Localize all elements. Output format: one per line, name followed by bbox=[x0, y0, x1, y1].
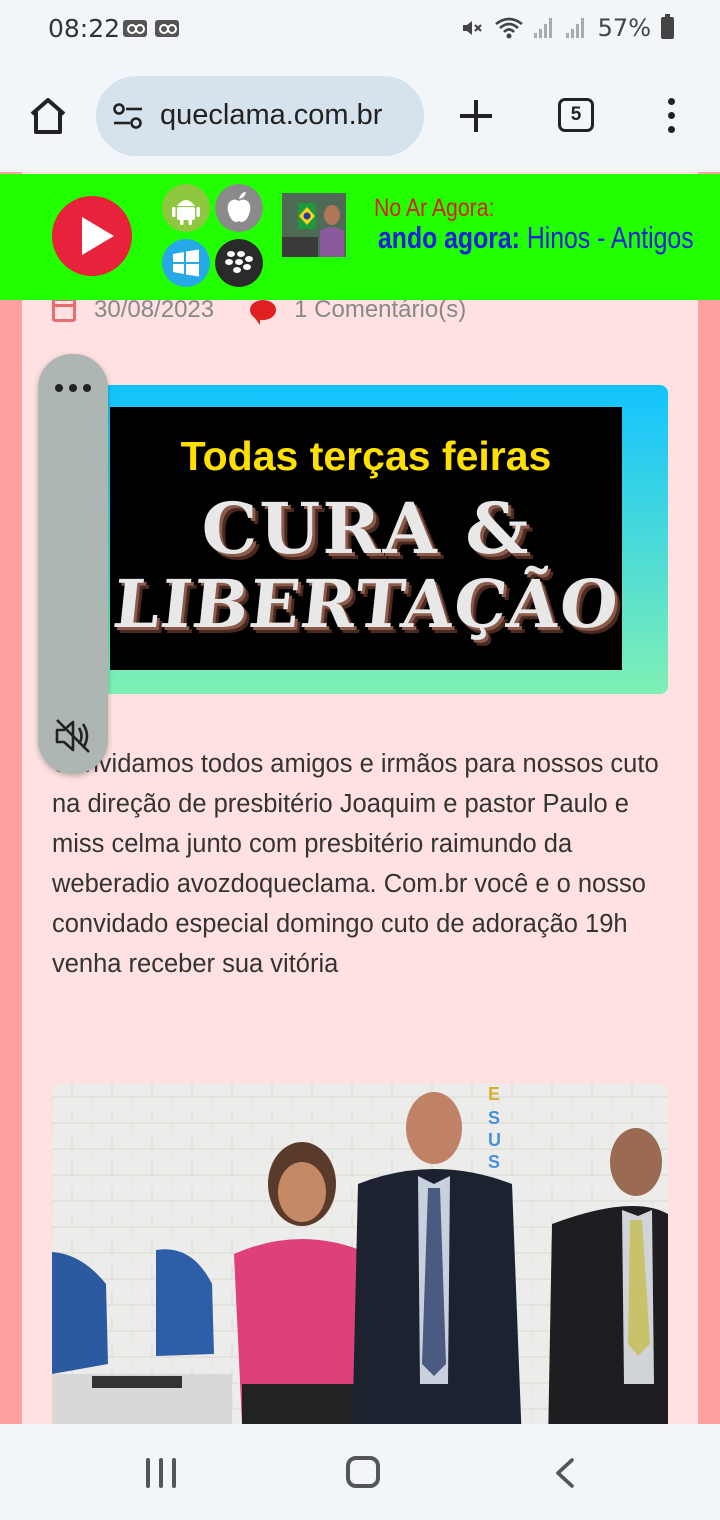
apple-icon[interactable] bbox=[215, 184, 263, 232]
site-settings-icon[interactable] bbox=[112, 102, 144, 130]
home-nav-icon[interactable] bbox=[346, 1456, 380, 1488]
post-date: 30/08/2023 bbox=[94, 296, 215, 323]
post-body: Convidamos todos amigos e irmãos para no… bbox=[52, 750, 659, 978]
sign-letter: U bbox=[488, 1130, 501, 1150]
android-icon[interactable] bbox=[162, 184, 210, 232]
now-playing-value: Hinos - Antigos bbox=[526, 220, 694, 255]
signal-icon bbox=[533, 18, 556, 38]
more-menu-icon[interactable] bbox=[660, 98, 684, 134]
sign-letter: S bbox=[488, 1152, 500, 1172]
blackberry-icon[interactable] bbox=[215, 239, 263, 287]
on-air-label: No Ar Agora: bbox=[374, 194, 495, 222]
recent-apps-icon[interactable] bbox=[146, 1458, 178, 1488]
post-comments[interactable]: 1 Comentário(s) bbox=[294, 296, 466, 324]
status-icons: 57% bbox=[460, 14, 674, 42]
battery-icon bbox=[661, 14, 674, 39]
floating-media-widget[interactable] bbox=[38, 354, 108, 774]
voicemail-icon bbox=[155, 20, 179, 37]
browser-toolbar: queclama.com.br 5 bbox=[0, 58, 720, 172]
comment-icon bbox=[250, 300, 277, 325]
now-playing-ticker: ando agora: Hinos - Antigos bbox=[378, 220, 698, 256]
banner-word-libertacao: LIBERTAÇÃO bbox=[110, 565, 622, 643]
mute-icon bbox=[462, 21, 482, 35]
status-time: 08:22 bbox=[48, 14, 121, 43]
play-button[interactable] bbox=[52, 196, 132, 276]
system-nav-bar bbox=[0, 1424, 720, 1520]
event-banner: CURA & LIBERTAÇÃO Todas terças feiras bbox=[110, 407, 622, 670]
voicemail-icon bbox=[123, 20, 147, 37]
address-bar[interactable]: queclama.com.br bbox=[96, 76, 424, 156]
status-bar: 08:22 57% bbox=[0, 0, 720, 58]
radio-player-bar: No Ar Agora: ando agora: Hinos - Antigos bbox=[0, 174, 720, 300]
banner-frame: CURA & LIBERTAÇÃO Todas terças feiras bbox=[52, 385, 668, 694]
web-page: 30/08/2023 1 Comentário(s) CURA & LIBERT… bbox=[0, 172, 720, 1424]
calendar-icon bbox=[52, 298, 76, 322]
back-icon[interactable] bbox=[552, 1458, 578, 1488]
banner-word-cura: CURA & bbox=[201, 487, 531, 570]
banner-top-text: Todas terças feiras bbox=[180, 433, 552, 479]
wifi-icon bbox=[494, 17, 523, 39]
people-photo: E S U S bbox=[52, 1084, 668, 1424]
windows-icon[interactable] bbox=[162, 239, 210, 287]
signal-icon bbox=[565, 18, 588, 38]
now-playing-label: ando agora: bbox=[378, 220, 520, 255]
program-thumbnail bbox=[282, 193, 346, 257]
url-text[interactable]: queclama.com.br bbox=[160, 99, 382, 132]
sign-letter: S bbox=[488, 1108, 500, 1128]
more-options-icon[interactable] bbox=[55, 384, 95, 394]
new-tab-icon[interactable] bbox=[456, 96, 496, 136]
muted-speaker-icon[interactable] bbox=[53, 716, 93, 756]
tabs-icon[interactable]: 5 bbox=[558, 98, 594, 132]
battery-percent: 57% bbox=[597, 14, 651, 42]
post-photo: E S U S bbox=[52, 1084, 668, 1424]
sign-letter: E bbox=[488, 1084, 500, 1104]
post-card: 30/08/2023 1 Comentário(s) CURA & LIBERT… bbox=[22, 172, 698, 1424]
home-icon[interactable] bbox=[26, 94, 70, 138]
post-meta: 30/08/2023 1 Comentário(s) bbox=[52, 296, 466, 325]
